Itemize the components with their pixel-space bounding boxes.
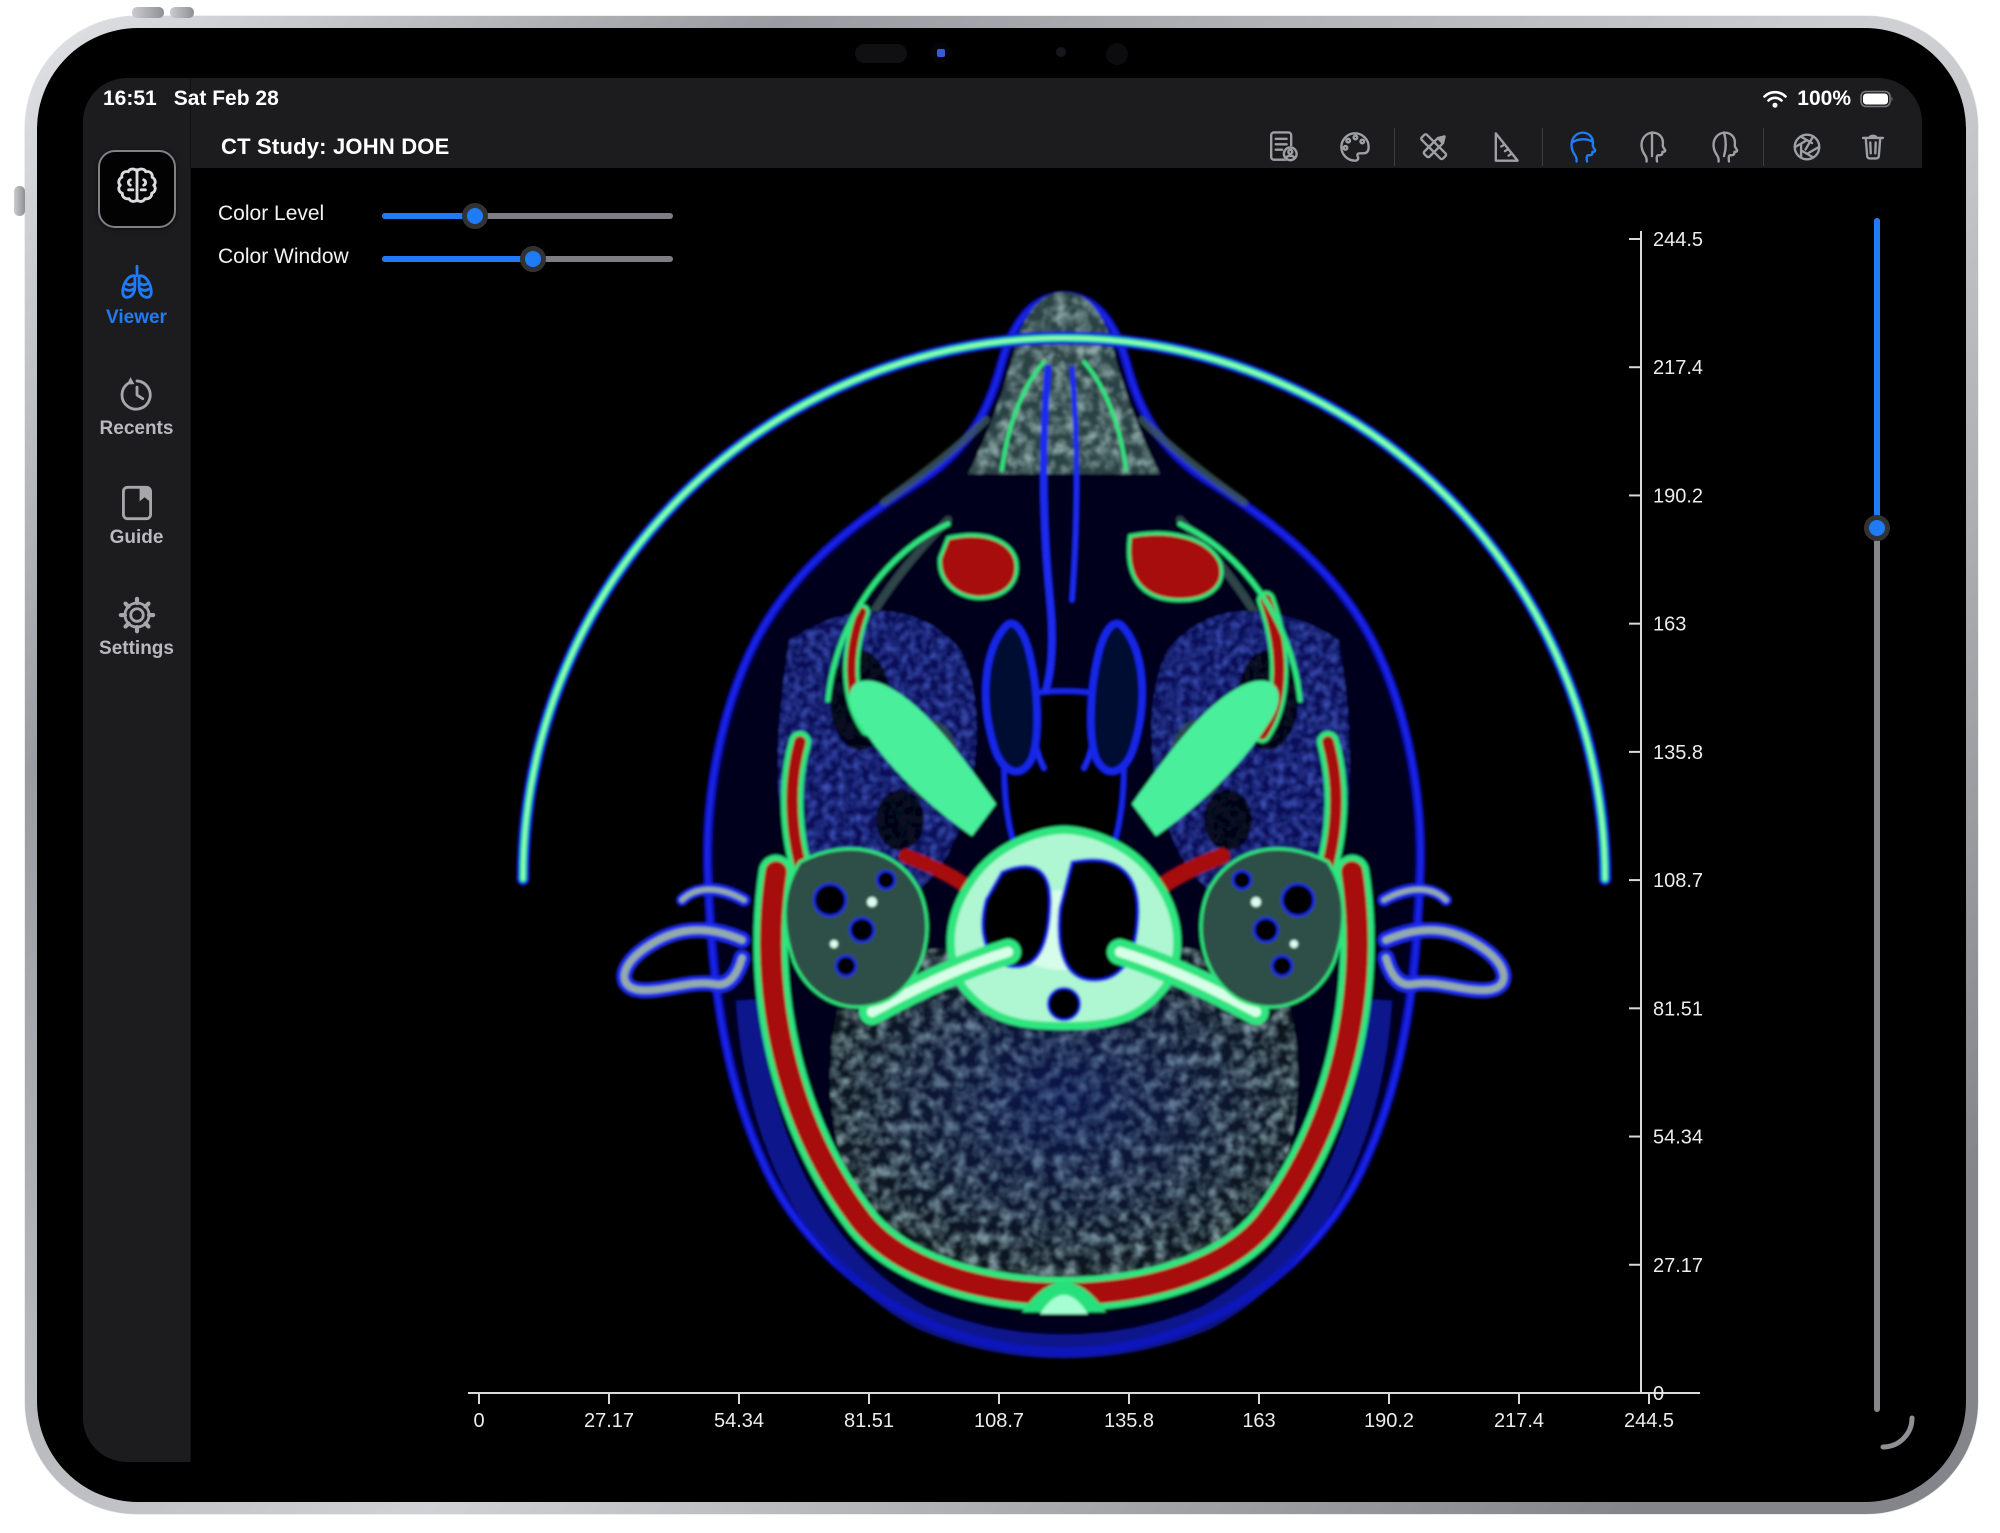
svg-text:0: 0 [473,1410,484,1432]
color-window-slider[interactable] [382,246,673,272]
slider-fill [382,256,533,262]
svg-text:27.17: 27.17 [1653,1255,1703,1277]
slice-slider[interactable] [1864,218,1890,1412]
svg-text:190.2: 190.2 [1653,485,1703,507]
svg-text:54.34: 54.34 [1653,1127,1703,1149]
study-info-button[interactable] [1260,124,1306,170]
svg-text:108.7: 108.7 [974,1410,1024,1432]
slider-thumb[interactable] [1864,515,1890,541]
delete-button[interactable] [1850,124,1896,170]
svg-text:108.7: 108.7 [1653,870,1703,892]
annotate-button[interactable] [1411,124,1457,170]
sidebar-item-label: Guide [83,527,190,549]
svg-text:135.8: 135.8 [1104,1410,1154,1432]
set-square-icon [1484,127,1524,167]
mic-dot [1056,47,1066,57]
page-title: CT Study: JOHN DOE [221,134,450,160]
trash-icon [1853,127,1893,167]
aperture-icon [1787,127,1827,167]
svg-text:163: 163 [1653,614,1686,636]
svg-text:0: 0 [1653,1383,1664,1405]
clock-history-icon [114,371,160,417]
ct-viewport[interactable]: 0 27.17 54.34 81.51 108.7 135.8 163 190.2 217.4 2… [83,78,1922,1462]
toolbar-separator [1542,128,1543,166]
sidebar-item-viewer[interactable]: Viewer [83,260,190,329]
slider-thumb[interactable] [520,246,546,272]
document-person-icon [1263,127,1303,167]
book-bookmark-icon [114,480,160,526]
color-level-label: Color Level [218,202,324,226]
palette-icon [1335,127,1375,167]
svg-text:217.4: 217.4 [1494,1410,1544,1432]
top-button [14,186,25,216]
head-sagittal-icon [1632,127,1672,167]
coronal-view-button[interactable] [1701,124,1747,170]
svg-text:163: 163 [1242,1410,1275,1432]
sidebar-item-guide[interactable]: Guide [83,480,190,549]
battery-percent: 100% [1797,87,1851,111]
screen: 0 27.17 54.34 81.51 108.7 135.8 163 190.2 217.4 2… [83,78,1922,1462]
svg-text:190.2: 190.2 [1364,1410,1414,1432]
slider-thumb[interactable] [462,203,488,229]
head-coronal-icon [1704,127,1744,167]
svg-text:135.8: 135.8 [1653,742,1703,764]
status-bar-left: 16:51 Sat Feb 28 [103,87,279,111]
status-time: 16:51 [103,87,157,111]
head-axial-icon [1562,127,1602,167]
color-window-label: Color Window [218,245,349,269]
volume-up-button [132,7,164,18]
app-logo [98,150,176,228]
sidebar-item-label: Settings [83,638,190,660]
pencil-ruler-icon [1414,127,1454,167]
svg-text:54.34: 54.34 [714,1410,764,1432]
colormap-button[interactable] [1332,124,1378,170]
svg-text:244.5: 244.5 [1624,1410,1674,1432]
svg-text:217.4: 217.4 [1653,357,1703,379]
toolbar-separator [1394,128,1395,166]
brain-icon [106,158,168,220]
sagittal-view-button[interactable] [1629,124,1675,170]
status-date: Sat Feb 28 [174,87,279,111]
svg-text:27.17: 27.17 [584,1410,634,1432]
svg-text:81.51: 81.51 [844,1410,894,1432]
svg-text:244.5: 244.5 [1653,229,1703,251]
sensor-pill [855,44,907,63]
wifi-icon [1762,89,1788,109]
sidebar-item-recents[interactable]: Recents [83,371,190,440]
axial-view-button[interactable] [1559,124,1605,170]
capture-button[interactable] [1784,124,1830,170]
camera-glint [937,49,945,57]
sidebar-item-label: Viewer [83,307,190,329]
battery-icon [1860,89,1896,109]
sensor-circle [1106,43,1128,65]
svg-text:81.51: 81.51 [1653,998,1703,1020]
slider-fill [1874,218,1880,528]
measure-button[interactable] [1481,124,1527,170]
status-bar-right: 100% [1762,87,1896,111]
lungs-icon [114,260,160,306]
ct-slice-image [523,280,1605,1352]
volume-down-button [170,7,194,18]
sidebar-item-settings[interactable]: Settings [83,591,190,660]
color-level-slider[interactable] [382,203,673,229]
gear-icon [114,591,160,637]
corner-arc [1883,1418,1912,1447]
toolbar-separator [1763,128,1764,166]
sidebar-item-label: Recents [83,418,190,440]
